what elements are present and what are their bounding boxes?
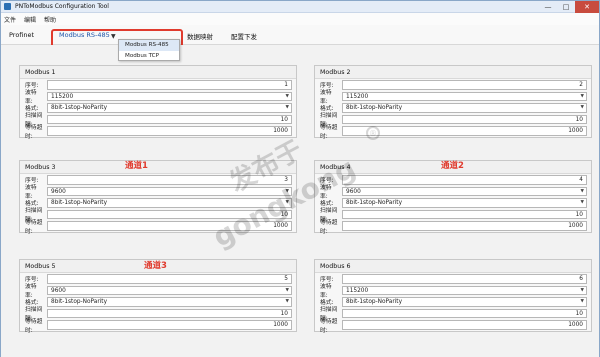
- timeout-label: 等待超时:: [25, 318, 43, 334]
- poll-row: 扫描间隔: 10: [315, 307, 591, 322]
- format-row: 格式: 8bit-1stop-NoParity: [315, 197, 591, 209]
- menu-file[interactable]: 文件: [4, 15, 16, 24]
- baud-select[interactable]: 115200: [342, 285, 587, 295]
- modbus-group-6: Modbus 6序号:6波特率:115200格式:8bit-1stop-NoPa…: [314, 259, 592, 334]
- timeout-row: 等待超时: 1000: [20, 124, 296, 140]
- window-title: PNToModbus Configuration Tool: [15, 3, 109, 10]
- baud-row: 波特率: 9600: [315, 185, 591, 200]
- timeout-row: 等待超时: 1000: [315, 124, 591, 140]
- window-controls: — □ ✕: [539, 1, 599, 13]
- dropdown-option-tcp[interactable]: Modbus TCP: [119, 51, 179, 62]
- annotation-channel-3: 通道3: [144, 261, 167, 271]
- format-select[interactable]: 8bit-1stop-NoParity: [47, 297, 292, 307]
- format-select[interactable]: 8bit-1stop-NoParity: [342, 198, 587, 208]
- timeout-label: 等待超时:: [25, 124, 43, 140]
- station-input[interactable]: 5: [47, 274, 292, 284]
- format-row: 格式: 8bit-1stop-NoParity: [20, 102, 296, 114]
- station-input[interactable]: 2: [342, 80, 587, 90]
- group-title: Modbus 6: [315, 260, 591, 273]
- close-button[interactable]: ✕: [575, 1, 599, 13]
- baud-row: 波特率: 115200: [315, 90, 591, 105]
- baud-row: 波特率: 9600: [20, 284, 296, 299]
- timeout-input[interactable]: 1000: [47, 320, 292, 330]
- station-input[interactable]: 1: [47, 80, 292, 90]
- menu-edit[interactable]: 编辑: [24, 15, 36, 24]
- menu-bar: 文件 编辑 帮助: [1, 13, 599, 25]
- poll-row: 扫描间隔: 10: [315, 113, 591, 128]
- poll-input[interactable]: 10: [342, 114, 587, 124]
- tab-config-download[interactable]: 配置下发: [231, 31, 257, 41]
- baud-row: 波特率: 115200: [20, 90, 296, 105]
- app-icon: [4, 3, 11, 10]
- poll-row: 扫描间隔: 10: [315, 208, 591, 223]
- poll-input[interactable]: 10: [342, 308, 587, 318]
- station-row: 序号: 1: [20, 79, 296, 91]
- modbus-group-1: Modbus 1序号:1波特率:115200格式:8bit-1stop-NoPa…: [19, 65, 297, 140]
- format-select[interactable]: 8bit-1stop-NoParity: [342, 297, 587, 307]
- menu-help[interactable]: 帮助: [44, 15, 56, 24]
- poll-input[interactable]: 10: [342, 209, 587, 219]
- station-row: 序号: 6: [315, 273, 591, 285]
- timeout-label: 等待超时:: [320, 219, 338, 235]
- timeout-input[interactable]: 1000: [47, 126, 292, 136]
- poll-input[interactable]: 10: [47, 114, 292, 124]
- poll-input[interactable]: 10: [47, 308, 292, 318]
- annotation-channel-1: 通道1: [125, 161, 148, 171]
- protocol-dropdown: Modbus RS-485 Modbus TCP: [118, 39, 180, 61]
- minimize-button[interactable]: —: [539, 1, 557, 13]
- baud-select[interactable]: 9600: [342, 186, 587, 196]
- modbus-group-2: Modbus 2序号:2波特率:115200格式:8bit-1stop-NoPa…: [314, 65, 592, 140]
- app-window: PNToModbus Configuration Tool — □ ✕ 文件 编…: [0, 0, 600, 357]
- timeout-input[interactable]: 1000: [342, 221, 587, 231]
- tab-profinet[interactable]: Profinet: [9, 31, 34, 39]
- poll-row: 扫描间隔: 10: [20, 307, 296, 322]
- timeout-row: 等待超时: 1000: [315, 219, 591, 235]
- tab-data-mapping[interactable]: 数据映射: [187, 31, 213, 41]
- station-input[interactable]: 6: [342, 274, 587, 284]
- format-select[interactable]: 8bit-1stop-NoParity: [47, 103, 292, 113]
- baud-select[interactable]: 115200: [342, 91, 587, 101]
- dropdown-option-rs485[interactable]: Modbus RS-485: [119, 40, 179, 51]
- format-select[interactable]: 8bit-1stop-NoParity: [342, 103, 587, 113]
- baud-row: 波特率: 115200: [315, 284, 591, 299]
- group-title: Modbus 2: [315, 66, 591, 79]
- maximize-button[interactable]: □: [557, 1, 575, 13]
- timeout-label: 等待超时:: [320, 318, 338, 334]
- station-input[interactable]: 4: [342, 175, 587, 185]
- timeout-row: 等待超时: 1000: [315, 318, 591, 334]
- baud-select[interactable]: 115200: [47, 91, 292, 101]
- annotation-channel-2: 通道2: [441, 161, 464, 171]
- station-row: 序号: 5: [20, 273, 296, 285]
- group-title: Modbus 1: [20, 66, 296, 79]
- timeout-input[interactable]: 1000: [342, 320, 587, 330]
- title-bar: PNToModbus Configuration Tool — □ ✕: [1, 1, 599, 13]
- timeout-row: 等待超时: 1000: [20, 318, 296, 334]
- registered-mark-icon: ®: [366, 126, 380, 140]
- chevron-down-icon[interactable]: ▼: [111, 33, 116, 40]
- timeout-label: 等待超时:: [25, 219, 43, 235]
- baud-select[interactable]: 9600: [47, 285, 292, 295]
- poll-row: 扫描间隔: 10: [20, 113, 296, 128]
- station-row: 序号: 2: [315, 79, 591, 91]
- format-row: 格式: 8bit-1stop-NoParity: [315, 296, 591, 308]
- format-row: 格式: 8bit-1stop-NoParity: [315, 102, 591, 114]
- timeout-label: 等待超时:: [320, 124, 338, 140]
- format-row: 格式: 8bit-1stop-NoParity: [20, 296, 296, 308]
